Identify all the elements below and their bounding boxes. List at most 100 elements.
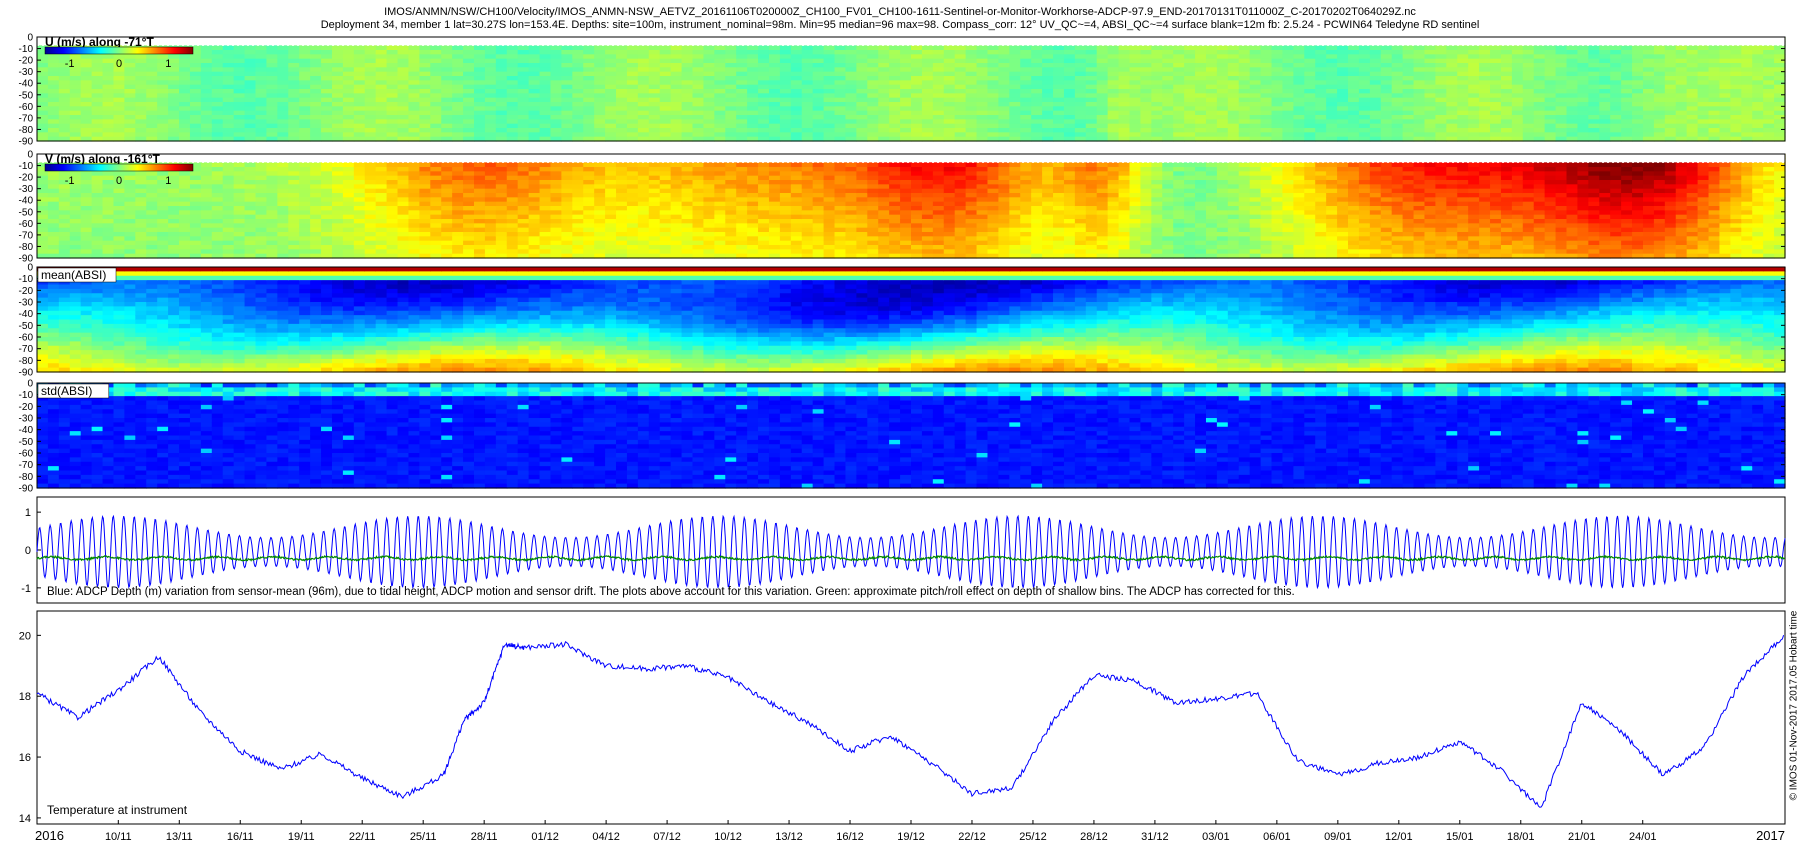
- heatmap-cell: [507, 50, 519, 55]
- heatmap-cell: [1359, 115, 1371, 120]
- heatmap-cell: [758, 85, 770, 90]
- heatmap-cell: [376, 111, 388, 116]
- heatmap-cell: [190, 63, 202, 68]
- heatmap-cell: [496, 50, 508, 55]
- heatmap-cell: [1031, 67, 1043, 72]
- heatmap-cell: [900, 63, 912, 68]
- heatmap-cell: [256, 245, 268, 250]
- heatmap-cell: [124, 76, 136, 81]
- heatmap-cell: [714, 85, 726, 90]
- heatmap-cell: [605, 128, 617, 133]
- heatmap-cell: [944, 59, 956, 64]
- heatmap-cell: [1741, 76, 1753, 81]
- heatmap-cell: [911, 46, 923, 51]
- heatmap-cell: [1282, 54, 1294, 59]
- heatmap-cell: [299, 241, 311, 246]
- heatmap-cell: [1435, 89, 1447, 94]
- heatmap-cell: [157, 223, 169, 228]
- heatmap-cell: [310, 184, 322, 189]
- heatmap-cell: [878, 128, 890, 133]
- heatmap-cell: [419, 89, 431, 94]
- heatmap-cell: [627, 80, 639, 85]
- heatmap-cell: [321, 193, 333, 198]
- heatmap-cell: [179, 76, 191, 81]
- heatmap-cell: [1020, 85, 1032, 90]
- heatmap-cell: [1621, 89, 1633, 94]
- heatmap-cell: [103, 111, 115, 116]
- heatmap-cell: [1709, 124, 1721, 129]
- heatmap-cell: [408, 59, 420, 64]
- heatmap-cell: [1020, 50, 1032, 55]
- heatmap-cell: [343, 132, 355, 137]
- heatmap-cell: [703, 102, 715, 107]
- heatmap-cell: [769, 115, 781, 120]
- heatmap-cell: [168, 115, 180, 120]
- heatmap-cell: [1370, 76, 1382, 81]
- heatmap-cell: [693, 111, 705, 116]
- heatmap-cell: [463, 210, 475, 215]
- heatmap-cell: [1370, 106, 1382, 111]
- heatmap-cell: [1654, 67, 1666, 72]
- heatmap-cell: [103, 171, 115, 176]
- heatmap-cell: [1490, 85, 1502, 90]
- heatmap-cell: [441, 72, 453, 77]
- heatmap-cell: [1588, 85, 1600, 90]
- heatmap-cell: [1173, 76, 1185, 81]
- heatmap-cell: [1304, 67, 1316, 72]
- heatmap-cell: [1588, 67, 1600, 72]
- heatmap-cell: [998, 128, 1010, 133]
- heatmap-cell: [398, 72, 410, 77]
- heatmap-cell: [103, 89, 115, 94]
- heatmap-cell: [496, 249, 508, 254]
- heatmap-cell: [288, 85, 300, 90]
- heatmap-cell: [310, 202, 322, 207]
- heatmap-cell: [1654, 111, 1666, 116]
- heatmap-cell: [1468, 76, 1480, 81]
- heatmap-cell: [693, 115, 705, 120]
- heatmap-cell: [1162, 80, 1174, 85]
- heatmap-cell: [1086, 115, 1098, 120]
- heatmap-cell: [266, 193, 278, 198]
- heatmap-cell: [365, 67, 377, 72]
- heatmap-cell: [179, 72, 191, 77]
- heatmap-cell: [1293, 124, 1305, 129]
- heatmap-cell: [605, 72, 617, 77]
- heatmap-cell: [365, 171, 377, 176]
- heatmap-cell: [1031, 119, 1043, 124]
- heatmap-cell: [201, 189, 213, 194]
- heatmap-cell: [1698, 89, 1710, 94]
- heatmap-cell: [310, 189, 322, 194]
- heatmap-cell: [1326, 132, 1338, 137]
- heatmap-cell: [103, 223, 115, 228]
- heatmap-cell: [157, 249, 169, 254]
- heatmap-cell: [1381, 124, 1393, 129]
- heatmap-cell: [507, 76, 519, 81]
- heatmap-cell: [987, 98, 999, 103]
- heatmap-cell: [540, 54, 552, 59]
- heatmap-cell: [1424, 119, 1436, 124]
- heatmap-cell: [168, 197, 180, 202]
- heatmap-cell: [1676, 80, 1688, 85]
- heatmap-cell: [419, 202, 431, 207]
- heatmap-cell: [1435, 102, 1447, 107]
- heatmap-cell: [1752, 106, 1764, 111]
- heatmap-cell: [1250, 67, 1262, 72]
- heatmap-cell: [474, 210, 486, 215]
- heatmap-cell: [266, 102, 278, 107]
- heatmap-cell: [1599, 132, 1611, 137]
- heatmap-cell: [835, 128, 847, 133]
- heatmap-cell: [1239, 128, 1251, 133]
- heatmap-cell: [529, 128, 541, 133]
- heatmap-cell: [998, 76, 1010, 81]
- heatmap-cell: [1545, 115, 1557, 120]
- heatmap-cell: [452, 102, 464, 107]
- heatmap-cell: [561, 132, 573, 137]
- heatmap-cell: [212, 111, 224, 116]
- heatmap-cell: [1719, 124, 1731, 129]
- heatmap-cell: [92, 85, 104, 90]
- heatmap-cell: [1403, 132, 1415, 137]
- heatmap-cell: [430, 228, 442, 233]
- heatmap-cell: [1665, 59, 1677, 64]
- heatmap-cell: [1228, 46, 1240, 51]
- heatmap-cell: [201, 223, 213, 228]
